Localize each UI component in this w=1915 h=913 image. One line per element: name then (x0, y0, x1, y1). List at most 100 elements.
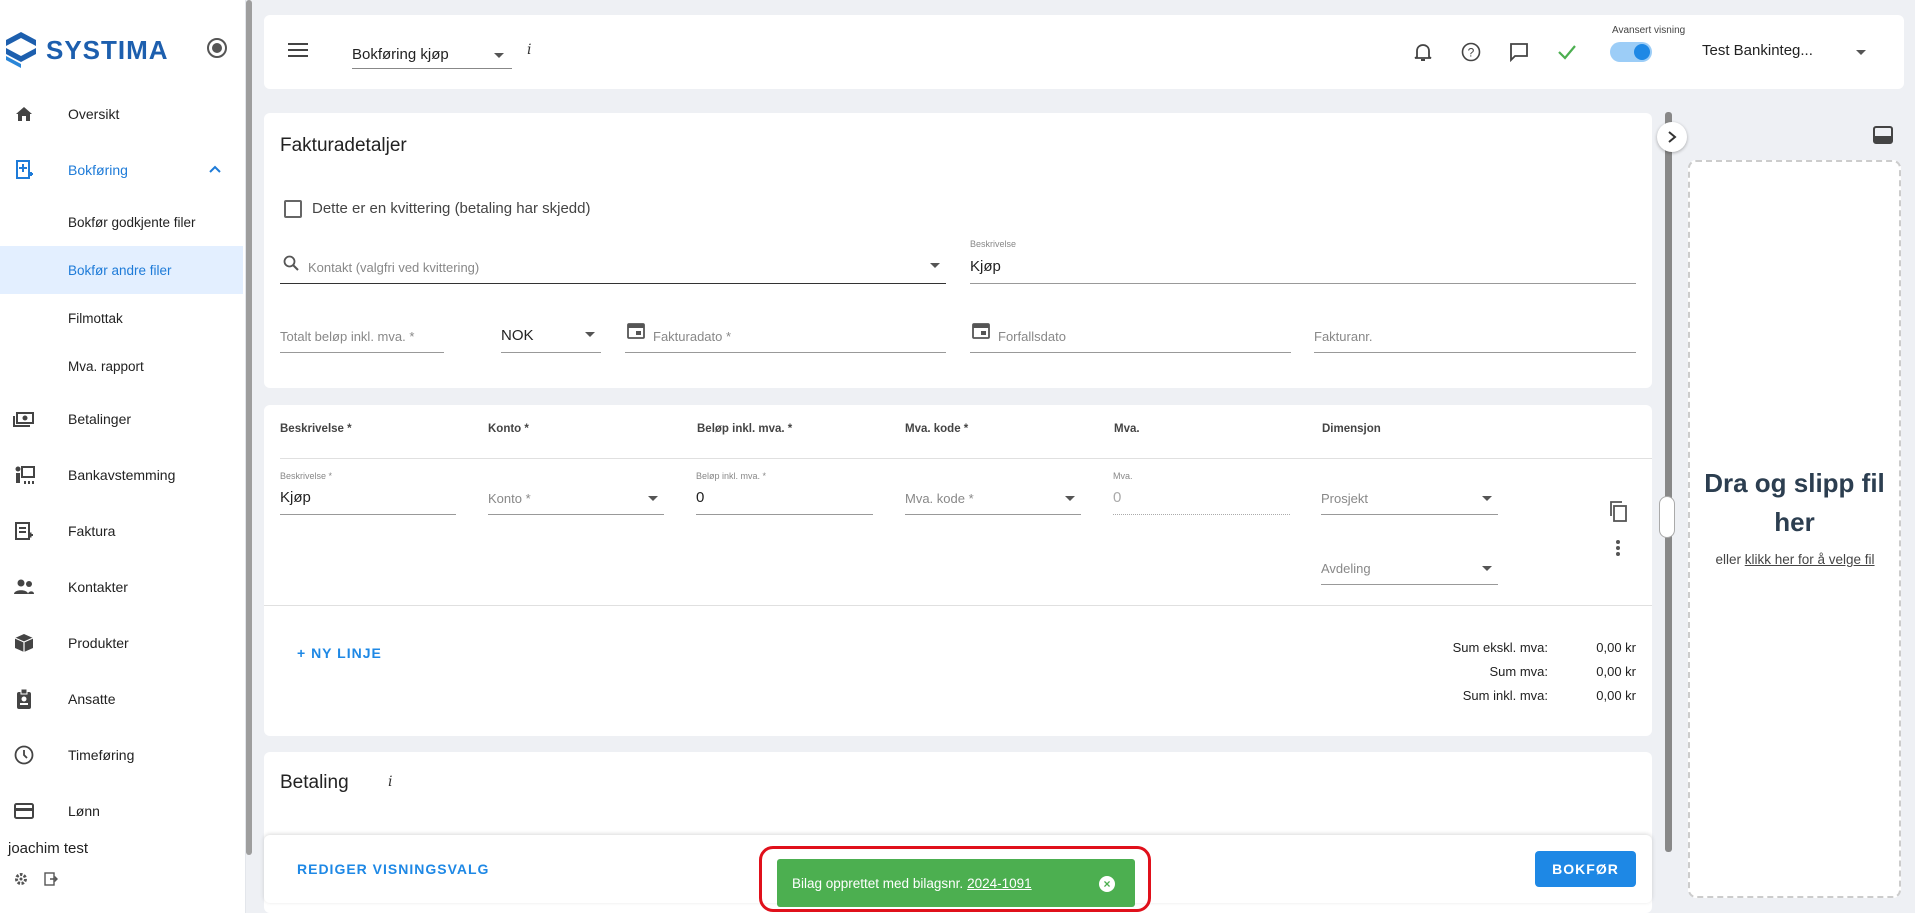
line-project-select[interactable]: Prosjekt (1321, 471, 1498, 515)
currency-select[interactable]: NOK (501, 315, 601, 353)
sidebar-item-label: Oversikt (68, 106, 120, 122)
line-account-placeholder: Konto * (488, 491, 531, 506)
check-icon[interactable] (1556, 41, 1578, 63)
sidebar-subitem-bokfor-godkjente[interactable]: Bokfør godkjente filer (0, 198, 243, 246)
choose-file-link[interactable]: klikk her for å velge fil (1745, 552, 1875, 567)
invoice-number-placeholder: Fakturanr. (1314, 329, 1373, 344)
chevron-right-icon (1668, 131, 1677, 143)
sidebar-item-label: Kontakter (68, 579, 128, 595)
column-header: Konto * (488, 423, 529, 435)
contact-placeholder: Kontakt (valgfri ved kvittering) (308, 260, 480, 275)
help-icon[interactable]: ? (1460, 41, 1482, 63)
chat-icon[interactable] (1508, 41, 1530, 63)
chevron-down-icon (1482, 566, 1492, 571)
contact-field[interactable]: Kontakt (valgfri ved kvittering) (280, 245, 946, 284)
column-header: Beløp inkl. mva. * (697, 423, 793, 435)
file-dropzone[interactable]: Dra og slipp fil her eller klikk her for… (1688, 160, 1901, 898)
post-button[interactable]: BOKFØR (1535, 851, 1636, 887)
chevron-down-icon (1065, 496, 1075, 501)
add-line-button[interactable]: + NY LINJE (297, 645, 382, 661)
sidebar-item-timeforing[interactable]: Timeføring (0, 731, 243, 779)
people-icon (12, 575, 36, 599)
receipt-checkbox[interactable] (284, 200, 302, 218)
calendar-icon[interactable] (627, 321, 645, 342)
notification-bell-icon[interactable] (1412, 41, 1434, 63)
due-date-field[interactable]: Forfallsdato (970, 315, 1291, 353)
mode-select[interactable]: Bokføring kjøp (352, 41, 512, 69)
info-icon[interactable]: i (527, 42, 531, 58)
section-title: Fakturadetaljer (280, 135, 407, 156)
line-vat-field: Mva. 0 (1113, 471, 1290, 515)
chevron-down-icon (648, 496, 658, 501)
mode-select-value: Bokføring kjøp (352, 46, 449, 63)
dropzone-title: Dra og slipp fil her (1704, 468, 1885, 537)
user-name: joachim test (8, 840, 89, 857)
line-amount-field[interactable]: Beløp inkl. mva. * 0 (696, 471, 873, 515)
copy-line-icon[interactable] (1608, 500, 1628, 527)
column-header: Dimensjon (1322, 423, 1381, 435)
systima-logo-icon (6, 32, 36, 68)
line-vat-code-select[interactable]: Mva. kode * (905, 471, 1081, 515)
box-icon (12, 631, 36, 655)
line-amount-label: Beløp inkl. mva. * (696, 471, 767, 481)
info-icon[interactable]: i (388, 774, 392, 790)
line-amount-value: 0 (696, 489, 705, 506)
clock-icon (12, 743, 36, 767)
total-amount-field[interactable]: Totalt beløp inkl. mva. * (280, 315, 444, 353)
logout-icon[interactable] (44, 872, 58, 889)
sidebar-item-ansatte[interactable]: Ansatte (0, 675, 243, 723)
logo[interactable]: SYSTIMA (4, 30, 169, 70)
line-vat-label: Mva. (1113, 471, 1133, 481)
line-department-select[interactable]: Avdeling (1321, 541, 1498, 585)
line-account-select[interactable]: Konto * (488, 471, 664, 515)
invoice-date-field[interactable]: Fakturadato * (625, 315, 946, 353)
divider (264, 605, 1652, 606)
collapse-panel-button[interactable] (1657, 122, 1687, 152)
sidebar-item-bankavstemming[interactable]: Bankavstemming (0, 451, 243, 499)
sidebar-item-bokforing[interactable]: Bokføring (0, 146, 243, 194)
sidebar-item-oversikt[interactable]: Oversikt (0, 90, 243, 138)
panel-layout-icon[interactable] (1873, 126, 1893, 149)
description-field[interactable]: Beskrivelse Kjøp (970, 239, 1636, 284)
card-icon (12, 799, 36, 823)
sidebar: SYSTIMA Oversikt Bokføring Bokfør godkje… (0, 0, 246, 913)
sidebar-item-label: Faktura (68, 523, 116, 539)
settings-gear-icon[interactable] (14, 872, 28, 889)
line-description-field[interactable]: Beskrivelse * Kjøp (280, 471, 456, 515)
sidebar-item-label: Produkter (68, 635, 129, 651)
sidebar-subitem-bokfor-andre[interactable]: Bokfør andre filer (0, 246, 243, 294)
sum-incl-vat-label: Sum inkl. mva: (1462, 688, 1548, 703)
more-vert-icon[interactable] (1615, 539, 1621, 562)
advanced-view-label: Avansert visning (1612, 25, 1686, 36)
sum-incl-vat-value: 0,00 kr (1596, 688, 1636, 703)
sidebar-scrollbar[interactable] (246, 0, 252, 855)
subitem-label: Mva. rapport (68, 358, 144, 374)
column-header: Mva. (1114, 423, 1140, 435)
subitem-label: Bokfør andre filer (68, 262, 172, 278)
line-department-placeholder: Avdeling (1321, 561, 1371, 576)
home-icon (12, 102, 36, 126)
chevron-down-icon[interactable] (1856, 50, 1866, 55)
calendar-icon[interactable] (972, 321, 990, 342)
splitter-handle[interactable] (1659, 496, 1675, 538)
invoice-number-field[interactable]: Fakturanr. (1314, 315, 1636, 353)
sidebar-item-produkter[interactable]: Produkter (0, 619, 243, 667)
menu-hamburger-icon[interactable] (288, 43, 308, 57)
invoice-lines-card: Beskrivelse * Konto * Beløp inkl. mva. *… (264, 405, 1652, 736)
company-selector[interactable]: Test Bankinteg... (1702, 42, 1813, 59)
brand-name: SYSTIMA (46, 34, 169, 65)
edit-view-options-button[interactable]: REDIGER VISNINGSVALG (297, 861, 489, 877)
line-vat-value: 0 (1113, 489, 1122, 506)
chevron-down-icon (930, 263, 940, 268)
sidebar-subitem-mva-rapport[interactable]: Mva. rapport (0, 342, 243, 390)
sidebar-item-betalinger[interactable]: Betalinger (0, 395, 243, 443)
theme-toggle-icon[interactable] (207, 38, 227, 58)
sidebar-item-lonn[interactable]: Lønn (0, 787, 243, 835)
panel-splitter[interactable] (1665, 112, 1672, 852)
sidebar-subitem-filmottak[interactable]: Filmottak (0, 294, 243, 342)
sidebar-item-kontakter[interactable]: Kontakter (0, 563, 243, 611)
sidebar-item-faktura[interactable]: Faktura (0, 507, 243, 555)
advanced-view-toggle[interactable] (1610, 42, 1652, 62)
description-label: Beskrivelse (970, 239, 1017, 249)
chevron-up-icon[interactable] (208, 162, 222, 179)
